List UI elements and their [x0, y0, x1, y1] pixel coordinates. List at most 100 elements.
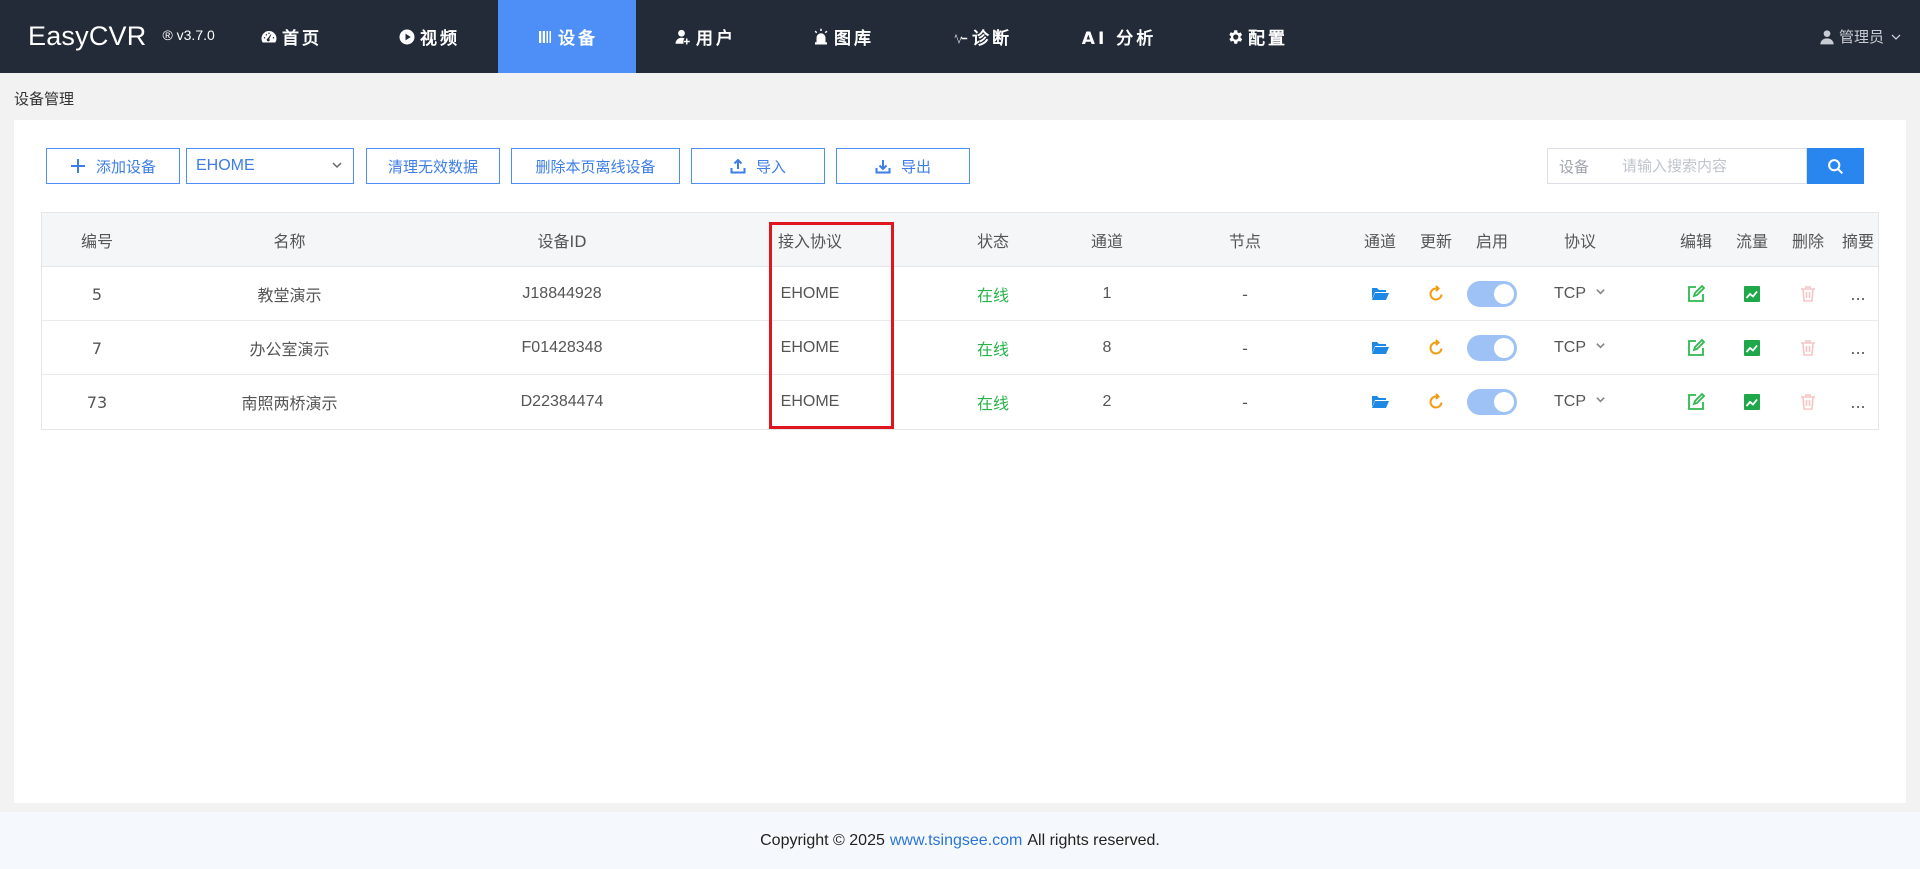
edit-button[interactable]	[1686, 338, 1706, 358]
delete-offline-devices-label: 删除本页离线设备	[535, 157, 656, 176]
open-channels-button[interactable]	[1370, 392, 1390, 412]
header-cell-enable: 启用	[1475, 232, 1508, 251]
search-icon	[1828, 158, 1844, 174]
summary-button[interactable]: ...	[1850, 339, 1865, 358]
cell-transport: TCP	[1520, 321, 1640, 375]
delete-offline-devices-button[interactable]: 删除本页离线设备	[511, 148, 680, 184]
folder-open-icon	[1372, 396, 1389, 408]
search-input[interactable]	[1622, 157, 1802, 175]
summary-button[interactable]: ...	[1850, 285, 1865, 304]
nav-item-diagnosis[interactable]: 诊断	[912, 0, 1050, 73]
import-button[interactable]: 导入	[691, 148, 825, 184]
pulse-icon	[950, 33, 968, 44]
transport-select[interactable]: TCP	[1554, 285, 1606, 303]
cell-transport: TCP	[1520, 375, 1640, 429]
header-cell-id: 编号	[80, 232, 113, 251]
cell-traffic	[1724, 267, 1780, 321]
traffic-button[interactable]	[1742, 284, 1762, 304]
delete-button[interactable]	[1798, 392, 1818, 412]
cell-node: -	[1242, 338, 1248, 358]
cell-status: 在线	[976, 340, 1009, 359]
cell-update	[1408, 267, 1464, 321]
header-cell-transport: 协议	[1563, 232, 1596, 251]
traffic-button[interactable]	[1742, 338, 1762, 358]
refresh-icon	[1429, 339, 1443, 355]
breadcrumb: 设备管理	[14, 90, 75, 108]
export-label: 导出	[900, 157, 931, 176]
cell-summary: ...	[1836, 375, 1880, 429]
add-device-button[interactable]: 添加设备	[46, 148, 180, 184]
delete-button[interactable]	[1798, 284, 1818, 304]
header-cell-status: 状态	[976, 232, 1009, 251]
user-menu[interactable]: 管理员	[1819, 0, 1906, 73]
refresh-button[interactable]	[1426, 338, 1446, 358]
summary-button[interactable]: ...	[1850, 393, 1865, 412]
nav-item-ai-analysis[interactable]: AI 分析	[1050, 0, 1188, 73]
traffic-button[interactable]	[1742, 392, 1762, 412]
cell-device-id: D22384474	[520, 393, 604, 410]
edit-icon	[1688, 392, 1706, 410]
cell-enable	[1464, 267, 1520, 321]
transport-value: TCP	[1554, 339, 1586, 356]
cell-name: 教堂演示	[257, 286, 322, 305]
footer-rights: All rights reserved.	[1027, 831, 1160, 849]
clean-invalid-data-button[interactable]: 清理无效数据	[366, 148, 500, 184]
header-cell-edit: 编辑	[1679, 232, 1712, 251]
enable-toggle[interactable]	[1467, 389, 1517, 415]
trash-icon	[1801, 340, 1815, 356]
user-icon	[1820, 29, 1834, 44]
nav-item-home[interactable]: 首页	[222, 0, 360, 73]
nav-item-user[interactable]: 用户	[636, 0, 774, 73]
refresh-button[interactable]	[1426, 392, 1446, 412]
refresh-button[interactable]	[1426, 284, 1446, 304]
refresh-icon	[1429, 285, 1443, 301]
transport-value: TCP	[1554, 393, 1586, 410]
table-row: 73 南照两桥演示 D22384474 EHOME 在线 2 - TCP ...	[42, 375, 1878, 429]
cell-delete	[1780, 321, 1836, 375]
brand-name: EasyCVR	[28, 21, 147, 51]
nav-item-video[interactable]: 视频	[360, 0, 498, 73]
chevron-down-icon	[332, 162, 342, 169]
cell-device-id: J18844928	[522, 285, 602, 302]
cell-edit	[1668, 321, 1724, 375]
delete-button[interactable]	[1798, 338, 1818, 358]
chart-icon	[1744, 340, 1760, 356]
nav-label: 视频	[420, 29, 460, 49]
clean-invalid-data-label: 清理无效数据	[387, 157, 478, 176]
cell-node: -	[1242, 284, 1248, 304]
brand[interactable]: EasyCVR ® v3.7.0	[28, 0, 215, 73]
nav-label: 诊断	[972, 29, 1012, 49]
enable-toggle[interactable]	[1467, 335, 1517, 361]
header-cell-name: 名称	[273, 232, 306, 251]
footer-copyright: Copyright © 2025	[760, 831, 885, 849]
nav-item-device[interactable]: 设备	[498, 0, 636, 73]
edit-button[interactable]	[1686, 392, 1706, 412]
enable-toggle[interactable]	[1467, 281, 1517, 307]
open-channels-button[interactable]	[1370, 338, 1390, 358]
cell-update	[1408, 375, 1464, 429]
cell-status: 在线	[976, 394, 1009, 413]
chart-icon	[1744, 394, 1760, 410]
footer-link[interactable]: www.tsingsee.com	[890, 832, 1023, 850]
cell-channels: 2	[1102, 393, 1112, 410]
nav-item-gallery[interactable]: 图库	[774, 0, 912, 73]
nav-item-config[interactable]: 配置	[1188, 0, 1326, 73]
add-device-label: 添加设备	[95, 157, 156, 176]
transport-select[interactable]: TCP	[1554, 393, 1606, 411]
search-button[interactable]	[1807, 148, 1864, 184]
cell-transport: TCP	[1520, 267, 1640, 321]
main-panel: 添加设备 EHOME 清理无效数据 删除本页离线设备 导入 导出 设备 编号 名…	[14, 120, 1906, 803]
export-button[interactable]: 导出	[836, 148, 970, 184]
transport-select[interactable]: TCP	[1554, 339, 1606, 357]
cell-device-id: F01428348	[521, 339, 603, 356]
edit-button[interactable]	[1686, 284, 1706, 304]
open-channels-button[interactable]	[1370, 284, 1390, 304]
protocol-filter-select[interactable]: EHOME	[186, 148, 354, 184]
cell-channel-action	[1352, 375, 1408, 429]
cell-name: 南照两桥演示	[241, 394, 338, 413]
cell-id: 7	[91, 338, 103, 358]
import-label: 导入	[755, 157, 786, 176]
cell-status: 在线	[976, 286, 1009, 305]
chevron-down-icon	[1596, 396, 1605, 403]
cell-update	[1408, 321, 1464, 375]
